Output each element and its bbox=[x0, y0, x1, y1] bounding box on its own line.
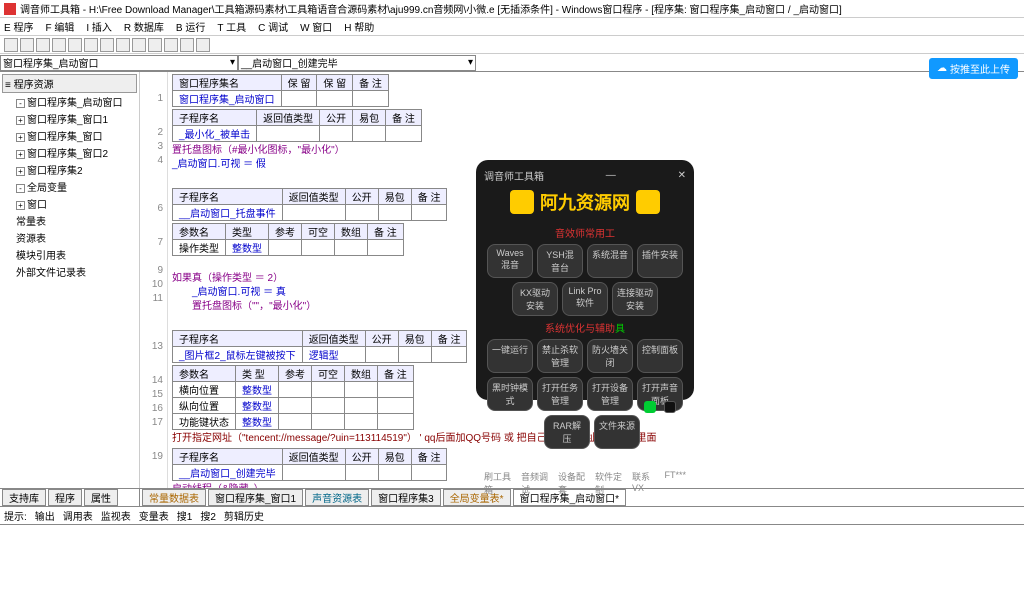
chevron-down-icon: ▾ bbox=[468, 57, 473, 68]
tb-9[interactable] bbox=[132, 38, 146, 52]
tb-4[interactable] bbox=[52, 38, 66, 52]
mbtn[interactable]: Waves混音 bbox=[487, 244, 533, 278]
mbtn[interactable]: 系统混音 bbox=[587, 244, 633, 278]
tree-item[interactable]: +窗口程序集_窗口 bbox=[2, 127, 137, 144]
tb-8[interactable] bbox=[116, 38, 130, 52]
menu-debug[interactable]: C 调试 bbox=[258, 19, 288, 34]
mbtn[interactable]: 打开设备管理 bbox=[587, 377, 633, 411]
menu-tool[interactable]: T 工具 bbox=[217, 19, 246, 34]
mbtn[interactable]: 文件来源 bbox=[594, 415, 640, 449]
left-bottom-tabs: 支持库 程序 属性 bbox=[0, 488, 140, 506]
menu-program[interactable]: E 程序 bbox=[4, 19, 33, 34]
status-clip[interactable]: 剪辑历史 bbox=[224, 508, 264, 523]
mbtn[interactable]: 插件安装 bbox=[637, 244, 683, 278]
toolbox-modal: 调音师工具箱 — ✕ 阿九资源网 音效师常用工 Waves混音 YSH混音台 系… bbox=[476, 160, 694, 400]
modal-title: 调音师工具箱 bbox=[484, 168, 544, 183]
app-icon bbox=[4, 3, 16, 15]
menu-db[interactable]: R 数据库 bbox=[124, 19, 164, 34]
mbtn[interactable]: 控制面板 bbox=[637, 339, 683, 373]
pikachu-icon bbox=[636, 190, 660, 214]
project-tree: ≡ 程序资源 -窗口程序集_启动窗口 +窗口程序集_窗口1 +窗口程序集_窗口 … bbox=[0, 72, 140, 488]
output-panel bbox=[0, 524, 1024, 601]
tree-item[interactable]: +窗口 bbox=[2, 195, 137, 212]
close-icon[interactable]: ✕ bbox=[678, 170, 686, 181]
editor-tab[interactable]: 窗口程序集3 bbox=[371, 489, 441, 506]
status-output[interactable]: 输出 bbox=[35, 508, 55, 523]
left-tab[interactable]: 程序 bbox=[48, 489, 82, 506]
line-gutter: 1234 6791011 1314151617 1920212223242526… bbox=[140, 72, 168, 488]
tb-13[interactable] bbox=[196, 38, 210, 52]
minimize-icon[interactable]: — bbox=[606, 170, 616, 181]
tree-item[interactable]: +窗口程序集2 bbox=[2, 161, 137, 178]
tree-item[interactable]: -窗口程序集_启动窗口 bbox=[2, 93, 137, 110]
tree-title: ≡ 程序资源 bbox=[2, 74, 137, 93]
menu-help[interactable]: H 帮助 bbox=[344, 19, 374, 34]
editor-tab[interactable]: 声音资源表 bbox=[305, 489, 369, 506]
mbtn[interactable]: 连接驱动安装 bbox=[612, 282, 658, 316]
editor-tab[interactable]: 常量数据表 bbox=[142, 489, 206, 506]
menu-bar: E 程序 F 编辑 I 插入 R 数据库 B 运行 T 工具 C 调试 W 窗口… bbox=[0, 18, 1024, 36]
tb-12[interactable] bbox=[180, 38, 194, 52]
pikachu-icon bbox=[510, 190, 534, 214]
editor-tab[interactable]: 窗口程序集_窗口1 bbox=[208, 489, 303, 506]
tree-item[interactable]: +窗口程序集_窗口1 bbox=[2, 110, 137, 127]
mbtn[interactable]: Link Pro软件 bbox=[562, 282, 608, 316]
modal-sub1: 音效师常用工 bbox=[484, 225, 686, 240]
menu-edit[interactable]: F 编辑 bbox=[45, 19, 74, 34]
tree-item[interactable]: 外部文件记录表 bbox=[2, 263, 137, 280]
mbtn[interactable]: RAR解压 bbox=[544, 415, 590, 449]
left-tab[interactable]: 支持库 bbox=[2, 489, 46, 506]
tb-3[interactable] bbox=[36, 38, 50, 52]
tiktok-icon[interactable] bbox=[664, 401, 676, 413]
status-watch[interactable]: 监视表 bbox=[101, 508, 131, 523]
mbtn[interactable]: KX驱动安装 bbox=[512, 282, 558, 316]
mbtn[interactable]: 黑时钟模式 bbox=[487, 377, 533, 411]
modal-foot1: aju999工具箱 bbox=[484, 455, 686, 468]
window-titlebar: 调音师工具箱 - H:\Free Download Manager\工具箱源码素… bbox=[0, 0, 1024, 18]
window-title: 调音师工具箱 - H:\Free Download Manager\工具箱源码素… bbox=[20, 1, 842, 16]
mbtn[interactable]: 一键运行 bbox=[487, 339, 533, 373]
tree-item[interactable]: -全局变量 bbox=[2, 178, 137, 195]
chevron-down-icon: ▾ bbox=[230, 57, 235, 68]
tree-item[interactable]: 常量表 bbox=[2, 212, 137, 229]
tb-6[interactable] bbox=[84, 38, 98, 52]
mbtn[interactable]: 禁止杀软管理 bbox=[537, 339, 583, 373]
toolbar bbox=[0, 36, 1024, 54]
status-bar: 提示: 输出 调用表 监视表 变量表 搜1 搜2 剪辑历史 bbox=[0, 506, 1024, 524]
combo-right[interactable]: __启动窗口_创建完毕▾ bbox=[238, 55, 476, 71]
tree-item[interactable]: 资源表 bbox=[2, 229, 137, 246]
menu-run[interactable]: B 运行 bbox=[176, 19, 205, 34]
tb-11[interactable] bbox=[164, 38, 178, 52]
mbtn[interactable]: YSH混音台 bbox=[537, 244, 583, 278]
menu-insert[interactable]: I 插入 bbox=[86, 19, 112, 34]
tree-item[interactable]: +窗口程序集_窗口2 bbox=[2, 144, 137, 161]
brand-name: 阿九资源网 bbox=[540, 189, 630, 215]
left-tab[interactable]: 属性 bbox=[84, 489, 118, 506]
wechat-icon[interactable] bbox=[644, 401, 656, 413]
status-hint: 提示: bbox=[4, 508, 27, 523]
code-line[interactable]: 置托盘图标（#最小化图标，"最小化"） bbox=[172, 144, 1024, 158]
combo-bar: 窗口程序集_启动窗口▾ __启动窗口_创建完毕▾ bbox=[0, 54, 1024, 72]
menu-window[interactable]: W 窗口 bbox=[300, 19, 332, 34]
status-calls[interactable]: 调用表 bbox=[63, 508, 93, 523]
status-s1[interactable]: 搜1 bbox=[177, 508, 193, 523]
tree-item[interactable]: 模块引用表 bbox=[2, 246, 137, 263]
tb-5[interactable] bbox=[68, 38, 82, 52]
status-vars[interactable]: 变量表 bbox=[139, 508, 169, 523]
tb-7[interactable] bbox=[100, 38, 114, 52]
mbtn[interactable]: 防火墙关闭 bbox=[587, 339, 633, 373]
status-s2[interactable]: 搜2 bbox=[200, 508, 216, 523]
combo-left[interactable]: 窗口程序集_启动窗口▾ bbox=[0, 55, 238, 71]
tb-10[interactable] bbox=[148, 38, 162, 52]
tb-1[interactable] bbox=[4, 38, 18, 52]
mbtn[interactable]: 打开任务管理 bbox=[537, 377, 583, 411]
tb-2[interactable] bbox=[20, 38, 34, 52]
